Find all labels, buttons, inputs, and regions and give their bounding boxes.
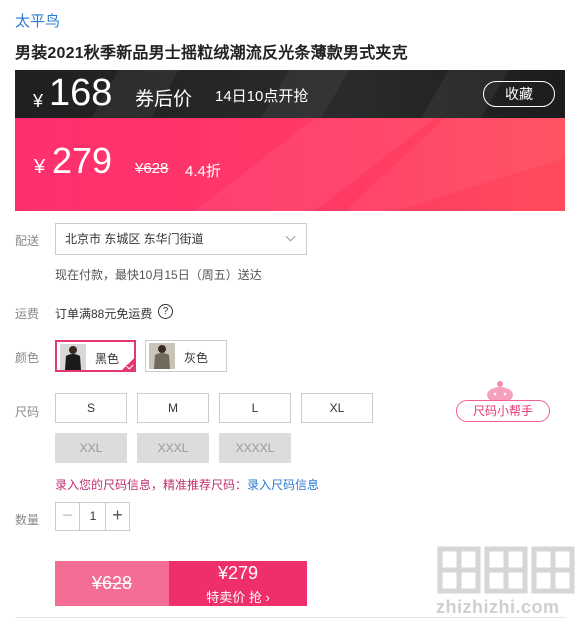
- color-option-label: 黑色: [95, 352, 120, 366]
- sale-price: 279: [52, 140, 113, 181]
- size-helper-button[interactable]: 尺码小帮手: [456, 400, 550, 422]
- product-title: 男装2021秋季新品男士摇粒绒潮流反光条薄款男式夹克: [15, 45, 408, 62]
- shipping-label: 运费: [15, 307, 40, 321]
- quantity-value[interactable]: 1: [80, 503, 106, 530]
- size-option-l[interactable]: L: [219, 393, 291, 423]
- quantity-stepper: − 1 +: [55, 502, 130, 531]
- size-option-xxl: XXL: [55, 433, 127, 463]
- zhizhizhi-logo-icon: [437, 546, 575, 594]
- after-coupon-label: 券后价: [135, 89, 193, 110]
- help-icon[interactable]: ?: [158, 304, 173, 319]
- quantity-decrease-button[interactable]: −: [56, 503, 80, 530]
- size-option-s[interactable]: S: [55, 393, 127, 423]
- sale-price-banner: ¥ 279 ¥628 4.4折: [15, 118, 565, 211]
- size-helper-mascot-icon: [487, 381, 513, 402]
- size-option-xxxxl: XXXXL: [219, 433, 291, 463]
- address-select[interactable]: 北京市 东城区 东华门街道: [55, 223, 307, 255]
- size-option-xl[interactable]: XL: [301, 393, 373, 423]
- shipping-text: 订单满88元免运费: [55, 307, 153, 321]
- buy-sale-price: ¥279: [217, 563, 259, 583]
- color-option-gray[interactable]: 灰色: [145, 340, 227, 372]
- coupon-price-banner: ¥ 168 券后价 14日10点开抢 收藏: [15, 70, 565, 118]
- size-info-link[interactable]: 录入尺码信息: [247, 478, 319, 492]
- buy-action-label: 特卖价 抢 ›: [206, 590, 270, 605]
- coupon-price: 168: [49, 72, 113, 114]
- brand-link[interactable]: 太平鸟: [15, 10, 60, 31]
- color-option-label: 灰色: [184, 351, 209, 365]
- address-value: 北京市 东城区 东华门街道: [65, 232, 204, 246]
- color-label: 颜色: [15, 351, 40, 365]
- selected-check-icon: [121, 357, 135, 371]
- quantity-increase-button[interactable]: +: [105, 503, 129, 530]
- favorite-button[interactable]: 收藏: [483, 81, 555, 107]
- original-price: ¥628: [135, 160, 169, 177]
- coupon-currency: ¥: [33, 91, 44, 111]
- delivery-estimate: 现在付款，最快10月15日（周五）送达: [55, 268, 262, 282]
- delivery-label: 配送: [15, 234, 40, 248]
- size-label: 尺码: [15, 405, 40, 419]
- buy-button-group: ¥628 ¥279 特卖价 抢 ›: [55, 561, 307, 606]
- size-option-m[interactable]: M: [137, 393, 209, 423]
- size-option-xxxl: XXXL: [137, 433, 209, 463]
- sale-currency: ¥: [34, 156, 46, 178]
- color-option-black[interactable]: 黑色: [55, 340, 136, 372]
- quantity-label: 数量: [15, 513, 40, 527]
- buy-now-button[interactable]: ¥279 特卖价 抢 ›: [169, 561, 307, 606]
- watermark-text: zhizhizhi.com: [436, 597, 560, 617]
- discount-label: 4.4折: [185, 163, 221, 180]
- size-info-prompt: 录入您的尺码信息，精准推荐尺码：录入尺码信息: [55, 476, 319, 493]
- chevron-down-icon: [285, 231, 296, 242]
- size-info-text: 录入您的尺码信息，精准推荐尺码：: [55, 478, 248, 492]
- original-price-button[interactable]: ¥628: [55, 561, 169, 606]
- product-thumbnail-gray: [149, 343, 175, 369]
- sale-start-time: 14日10点开抢: [215, 88, 309, 105]
- product-thumbnail-black: [60, 344, 86, 370]
